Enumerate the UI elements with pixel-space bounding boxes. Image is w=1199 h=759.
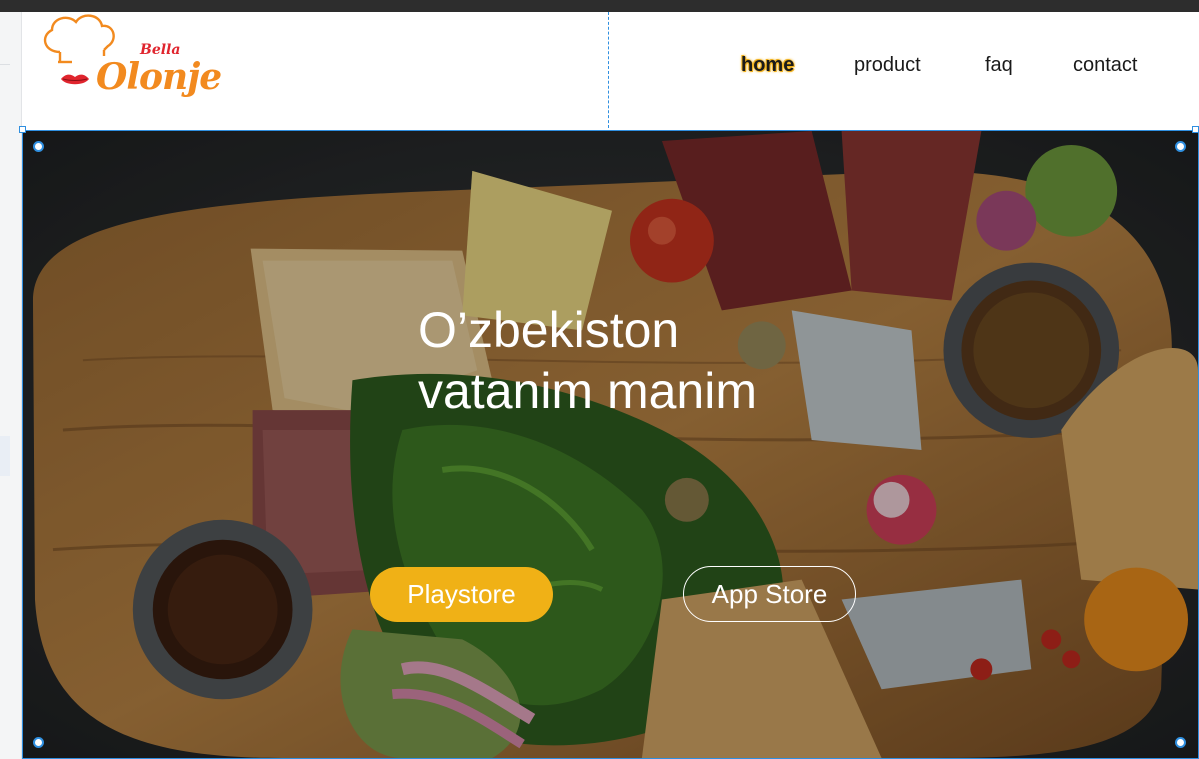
nav-product[interactable]: product: [854, 54, 921, 77]
nav-home[interactable]: home: [741, 54, 794, 77]
layout-guide-line: [608, 12, 609, 128]
resize-handle-top-left[interactable]: [33, 141, 44, 152]
editor-top-strip: [0, 0, 1199, 12]
resize-handle-top-right[interactable]: [1175, 141, 1186, 152]
nav-faq[interactable]: faq: [985, 54, 1013, 77]
nav-contact[interactable]: contact: [1073, 54, 1137, 77]
hero-title: O’zbekiston vatanim manim: [418, 300, 757, 422]
resize-handle-bottom-left[interactable]: [33, 737, 44, 748]
brand-logo[interactable]: Bella Olonje: [38, 12, 222, 108]
hero-dark-overlay: [23, 131, 1198, 758]
playstore-button[interactable]: Playstore: [370, 567, 553, 622]
selection-corner-top-right[interactable]: [1192, 126, 1199, 133]
lips-icon: [61, 74, 89, 85]
logo-script-text: Olonje: [96, 56, 222, 98]
hero-title-line1: O’zbekiston: [418, 302, 680, 358]
resize-handle-bottom-right[interactable]: [1175, 737, 1186, 748]
selection-corner-top-left[interactable]: [19, 126, 26, 133]
editor-left-panel: [0, 12, 22, 759]
hero-title-line2: vatanim manim: [418, 363, 757, 419]
hero-section[interactable]: [22, 130, 1199, 759]
appstore-button[interactable]: App Store: [683, 566, 856, 622]
panel-selected-row[interactable]: [0, 436, 10, 476]
panel-divider: [0, 64, 10, 65]
